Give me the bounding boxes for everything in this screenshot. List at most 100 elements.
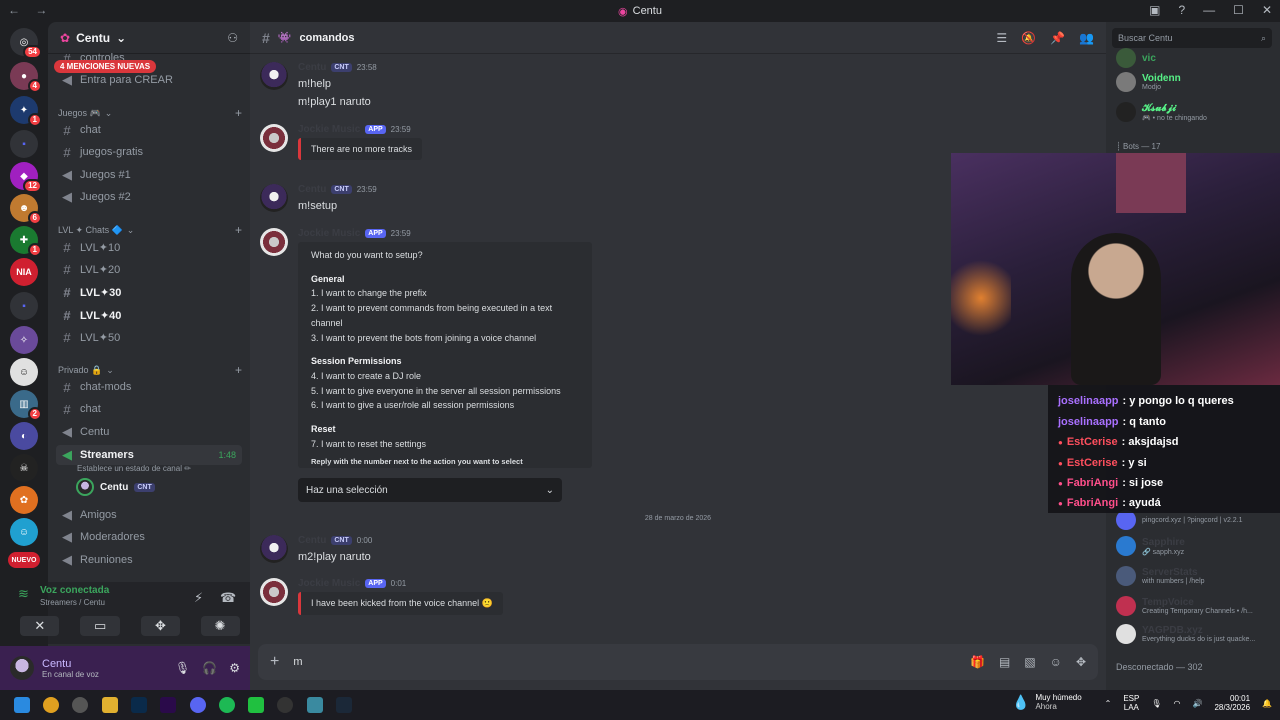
microphone-icon[interactable]: 🎙 xyxy=(175,661,190,675)
volume-icon[interactable]: 🔊 xyxy=(1192,699,1202,708)
voice-channel-juegos-1[interactable]: ◀ Juegos #1 xyxy=(56,165,242,185)
help-icon[interactable]: ? xyxy=(1178,3,1185,17)
network-icon[interactable]: ◠ xyxy=(1173,699,1180,708)
avatar[interactable] xyxy=(260,578,288,606)
premiere-icon[interactable] xyxy=(160,697,176,713)
noise-suppression-icon[interactable]: ⚡ xyxy=(194,590,203,606)
soundboard-button[interactable]: ✺ xyxy=(200,616,240,636)
members-list-icon[interactable]: 👥 xyxy=(1079,31,1094,45)
category-lvl[interactable]: LVL ✦ Chats 🔷 ⌄ + xyxy=(58,223,242,237)
channel-lvl-50[interactable]: # LVL✦50 xyxy=(56,327,242,347)
voice-channel-moderadores[interactable]: ◀ Moderadores xyxy=(56,527,242,547)
channel-chat-mods[interactable]: # chat-mods xyxy=(56,377,242,397)
inbox-icon[interactable]: ▣ xyxy=(1149,3,1160,17)
folder-icon[interactable]: ▪ xyxy=(10,130,38,158)
headphones-icon[interactable]: 🎧 xyxy=(202,661,217,675)
server-icon[interactable]: ✦ 1 xyxy=(10,96,42,127)
apps-icon[interactable]: ✥ xyxy=(1076,655,1086,669)
bot-item[interactable]: YAGPDB.xyz Everything ducks do is just qu… xyxy=(1116,624,1255,644)
category-juegos[interactable]: Juegos 🎮 ⌄ + xyxy=(58,106,242,120)
server-icon[interactable]: ☻ 6 xyxy=(10,194,42,225)
category-privado[interactable]: Privado 🔒 ⌄ + xyxy=(58,363,242,377)
avatar[interactable] xyxy=(260,124,288,152)
bot-item[interactable]: ServerStats with numbers | /help xyxy=(1116,566,1205,586)
server-icon[interactable]: ☺ xyxy=(10,358,38,386)
language-indicator[interactable]: ESP LAA xyxy=(1123,694,1139,712)
disconnect-icon[interactable]: ☎ xyxy=(220,590,236,606)
file-explorer-icon[interactable] xyxy=(102,697,118,713)
channel-entra-para-crear[interactable]: ◀ Entra para CREAR xyxy=(56,70,242,90)
channel-lvl-40[interactable]: # LVL✦40 xyxy=(56,305,242,325)
member-item[interactable]: vic xyxy=(1116,48,1156,68)
bot-item[interactable]: TempVoice Creating Temporary Channels • /… xyxy=(1116,596,1253,616)
message-input[interactable] xyxy=(293,656,894,668)
channel-lvl-10[interactable]: # LVL✦10 xyxy=(56,237,242,257)
openai-icon[interactable] xyxy=(72,697,88,713)
notifications-icon[interactable]: 🔕 xyxy=(1021,31,1036,45)
search-input[interactable]: Buscar Centu ⌕ xyxy=(1112,28,1272,48)
server-icon[interactable]: ✧ xyxy=(10,326,38,354)
clock[interactable]: 00:01 28/3/2026 xyxy=(1214,694,1250,712)
threads-icon[interactable]: ☰ xyxy=(996,31,1007,45)
gift-icon[interactable]: 🎁 xyxy=(970,655,985,669)
voice-channel-reuniones[interactable]: ◀ Reuniones xyxy=(56,550,242,570)
settings-gear-icon[interactable]: ⚙ xyxy=(229,661,240,675)
steam-icon[interactable] xyxy=(336,697,352,713)
activities-button[interactable]: ✥ xyxy=(141,616,180,636)
screen-share-button[interactable]: ▭ xyxy=(80,616,121,636)
add-channel-icon[interactable]: + xyxy=(235,363,242,377)
app-icon[interactable] xyxy=(307,697,323,713)
chevron-up-icon[interactable]: ⌃ xyxy=(1105,699,1112,708)
signal-icon[interactable]: ≋ xyxy=(18,586,38,602)
channel-chat-privado[interactable]: # chat xyxy=(56,399,242,419)
windows-start-icon[interactable] xyxy=(14,697,30,713)
server-icon[interactable]: ● 4 xyxy=(10,62,42,93)
chrome-icon[interactable] xyxy=(43,697,59,713)
minimize-button[interactable]: — xyxy=(1203,3,1215,17)
add-channel-icon[interactable]: + xyxy=(235,106,242,120)
pinned-icon[interactable]: 📌 xyxy=(1050,31,1065,45)
weather-widget[interactable]: 💧 Muy húmedo Ahora xyxy=(1012,693,1082,711)
discord-icon[interactable] xyxy=(190,697,206,713)
channel-status-prompt[interactable]: Establece un estado de canal ✏ xyxy=(77,464,191,473)
member-item[interactable]: 𝓚𝓼𝓾𝓫𝓳𝓲 🎮 • no te chingando xyxy=(1116,102,1207,122)
avatar[interactable] xyxy=(260,184,288,212)
server-icon[interactable]: ▥ 2 xyxy=(10,390,42,421)
server-icon[interactable]: ◆ 12 xyxy=(10,162,42,193)
photoshop-icon[interactable] xyxy=(131,697,147,713)
server-icon-nia[interactable]: NIA xyxy=(10,258,38,286)
channel-lvl-20[interactable]: # LVL✦20 xyxy=(56,259,242,279)
nav-arrows[interactable]: ← → xyxy=(8,3,53,17)
microphone-tray-icon[interactable]: 🎙 xyxy=(1151,699,1161,708)
dm-home-button[interactable]: ◎ 54 xyxy=(10,28,42,59)
camera-off-button[interactable]: ✕ xyxy=(20,616,60,636)
emoji-icon[interactable]: ☺ xyxy=(1050,655,1062,669)
server-icon[interactable]: ✿ xyxy=(10,486,38,514)
close-button[interactable]: ✕ xyxy=(1262,3,1272,17)
new-mentions-badge[interactable]: 4 MENCIONES NUEVAS xyxy=(54,60,157,73)
folder-icon[interactable]: ▪ xyxy=(10,292,38,320)
add-channel-icon[interactable]: + xyxy=(235,223,242,237)
selection-dropdown[interactable]: Haz una selección ⌄ xyxy=(298,478,562,502)
notification-bell-icon[interactable]: 🔔 xyxy=(1262,699,1272,708)
channel-lvl-30[interactable]: # LVL✦30 xyxy=(56,282,242,302)
voice-connected-sub[interactable]: Streamers / Centu xyxy=(40,598,105,607)
add-member-icon[interactable]: ⚇ xyxy=(227,31,238,45)
member-item[interactable]: Voidenn Modjo xyxy=(1116,72,1181,92)
attach-plus-icon[interactable]: + xyxy=(270,653,279,671)
voice-channel-centu[interactable]: ◀ Centu xyxy=(56,422,242,442)
voice-participant[interactable]: Centu CNT xyxy=(76,478,155,496)
gif-icon[interactable]: ▤ xyxy=(999,655,1010,669)
voice-channel-amigos[interactable]: ◀ Amigos xyxy=(56,505,242,525)
user-avatar[interactable] xyxy=(10,656,34,680)
spotify-icon[interactable] xyxy=(219,697,235,713)
voice-channel-streamers[interactable]: ◀ Streamers 1:48 xyxy=(56,445,242,465)
capcut-icon[interactable] xyxy=(248,697,264,713)
maximize-button[interactable]: ☐ xyxy=(1233,3,1244,17)
channel-chat[interactable]: # chat xyxy=(56,120,242,140)
sticker-icon[interactable]: ▧ xyxy=(1024,655,1035,669)
avatar[interactable] xyxy=(260,62,288,90)
obs-icon[interactable] xyxy=(277,697,293,713)
avatar[interactable] xyxy=(260,535,288,563)
server-icon[interactable]: ✚ 1 xyxy=(10,226,42,257)
